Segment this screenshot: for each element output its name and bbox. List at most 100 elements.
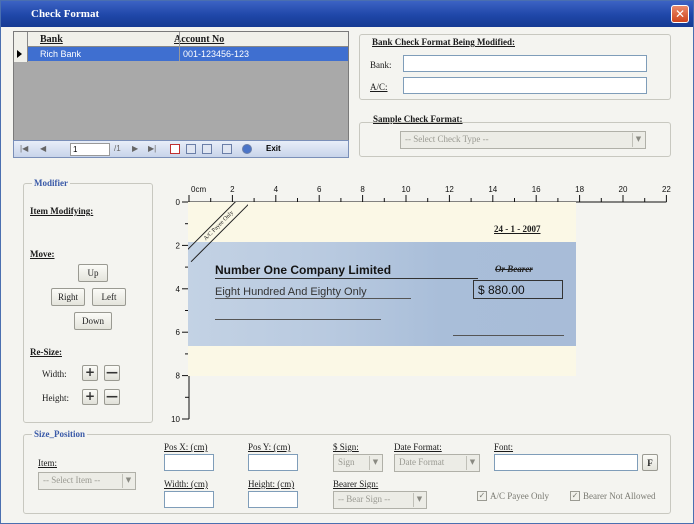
move-label: Move: bbox=[30, 249, 55, 259]
ruler-h-label: 0cm bbox=[191, 185, 206, 194]
nav-first-icon[interactable]: |◀ bbox=[20, 144, 28, 153]
column-header-account-no[interactable]: Account No bbox=[174, 34, 224, 45]
title-bar: Check Format ✕ bbox=[1, 1, 693, 27]
exit-button[interactable]: Exit bbox=[266, 144, 281, 153]
bank-account-grid[interactable]: Bank Account No Rich Bank 001-123456-123 bbox=[13, 31, 349, 157]
move-down-button[interactable]: Down bbox=[74, 312, 112, 330]
cell-bank[interactable]: Rich Bank bbox=[40, 49, 81, 59]
item-select-value: -- Select Item -- bbox=[43, 475, 101, 485]
check-type-select-value: -- Select Check Type -- bbox=[405, 134, 489, 144]
window-title: Check Format bbox=[31, 8, 100, 20]
bearer-sign-select[interactable]: -- Bear Sign -- ▼ bbox=[333, 491, 427, 509]
ruler-h-label: 18 bbox=[575, 185, 584, 194]
ruler-h-label: 12 bbox=[445, 185, 454, 194]
help-icon[interactable] bbox=[242, 144, 252, 154]
check-payee[interactable]: Number One Company Limited bbox=[215, 263, 391, 277]
height-increase-button[interactable]: + bbox=[82, 389, 98, 405]
cell-account-no[interactable]: 001-123456-123 bbox=[183, 49, 249, 59]
bank-field[interactable] bbox=[403, 55, 647, 72]
nav-next-icon[interactable]: ▶ bbox=[132, 144, 138, 153]
ac-payee-stamp[interactable]: A/C Payee Only bbox=[188, 202, 248, 262]
check-date[interactable]: 24 - 1 - 2007 bbox=[494, 224, 541, 234]
date-format-select-value: Date Format bbox=[399, 457, 445, 467]
close-button[interactable]: ✕ bbox=[671, 5, 689, 23]
posx-label: Pos X: (cm) bbox=[164, 442, 208, 452]
posy-field[interactable] bbox=[248, 454, 298, 471]
modifier-group: Modifier Item Modifying: Move: Up Right … bbox=[23, 178, 153, 423]
font-field[interactable] bbox=[494, 454, 638, 471]
print-icon[interactable] bbox=[222, 144, 232, 154]
resize-label: Re-Size: bbox=[30, 347, 62, 357]
ac-payee-only-checkbox[interactable]: ✓ bbox=[477, 491, 487, 501]
ac-label: A/C: bbox=[370, 82, 388, 92]
ruler-h-label: 4 bbox=[274, 185, 279, 194]
font-button[interactable]: F bbox=[642, 454, 658, 471]
chevron-down-icon[interactable]: ▼ bbox=[632, 133, 644, 147]
width-cm-label: Width: (cm) bbox=[164, 479, 208, 489]
move-left-button[interactable]: Left bbox=[92, 288, 126, 306]
bank-format-group: Bank Check Format Being Modified: Bank: … bbox=[359, 34, 671, 100]
current-row-arrow-icon bbox=[17, 50, 22, 58]
ac-field[interactable] bbox=[403, 77, 647, 94]
check-amount[interactable]: $ 880.00 bbox=[473, 280, 563, 299]
date-format-select[interactable]: Date Format ▼ bbox=[394, 454, 480, 472]
posy-label: Pos Y: (cm) bbox=[248, 442, 291, 452]
nav-prev-icon[interactable]: ◀ bbox=[40, 144, 46, 153]
ruler-v-label: 2 bbox=[176, 241, 181, 250]
resize-width-label: Width: bbox=[42, 369, 67, 379]
width-decrease-button[interactable]: — bbox=[104, 365, 120, 381]
height-decrease-button[interactable]: — bbox=[104, 389, 120, 405]
column-divider bbox=[179, 32, 180, 61]
ruler-h-label: 10 bbox=[402, 185, 411, 194]
width-cm-field[interactable] bbox=[164, 491, 214, 508]
sample-format-group: -- Select Check Type -- ▼ bbox=[359, 122, 671, 157]
item-modifying-label: Item Modifying: bbox=[30, 206, 94, 216]
bank-format-heading: Bank Check Format Being Modified: bbox=[372, 37, 515, 47]
ruler-h-label: 16 bbox=[532, 185, 541, 194]
item-select[interactable]: -- Select Item -- ▼ bbox=[38, 472, 136, 490]
ruler-v-label: 0 bbox=[176, 198, 181, 207]
amount-words-line bbox=[215, 298, 411, 299]
bearer-not-allowed-checkbox[interactable]: ✓ bbox=[570, 491, 580, 501]
ruler-h-label: 8 bbox=[360, 185, 365, 194]
font-label: Font: bbox=[494, 442, 514, 452]
size-position-group: Size_Position Item: -- Select Item -- ▼ … bbox=[23, 429, 671, 514]
ruler-h-label: 6 bbox=[317, 185, 322, 194]
check-amount-words[interactable]: Eight Hundred And Eighty Only bbox=[215, 286, 367, 298]
move-right-button[interactable]: Right bbox=[51, 288, 85, 306]
date-format-label: Date Format: bbox=[394, 442, 442, 452]
check-bearer[interactable]: Or Bearer bbox=[495, 264, 533, 274]
width-increase-button[interactable]: + bbox=[82, 365, 98, 381]
dollar-sign-select[interactable]: Sign ▼ bbox=[333, 454, 383, 472]
bank-label: Bank: bbox=[370, 60, 392, 70]
dollar-sign-select-value: Sign bbox=[338, 457, 355, 467]
height-cm-field[interactable] bbox=[248, 491, 298, 508]
size-position-legend: Size_Position bbox=[32, 429, 87, 439]
save-icon[interactable] bbox=[186, 144, 196, 154]
ruler-h-label: 14 bbox=[488, 185, 497, 194]
nav-position-input[interactable]: 1 bbox=[70, 143, 110, 156]
record-navigator: |◀ ◀ 1 /1 ▶ ▶| Exit bbox=[13, 140, 349, 158]
move-up-button[interactable]: Up bbox=[78, 264, 108, 282]
ruler-v-label: 4 bbox=[176, 285, 181, 294]
ruler-v-label: 8 bbox=[176, 372, 181, 381]
date-format-chevron-down-icon[interactable]: ▼ bbox=[466, 456, 478, 470]
edit-icon[interactable] bbox=[170, 144, 180, 154]
nav-count: /1 bbox=[114, 144, 121, 153]
ac-payee-stamp-text: A/C Payee Only bbox=[188, 202, 248, 262]
posx-field[interactable] bbox=[164, 454, 214, 471]
payee-line bbox=[215, 278, 478, 279]
table-row[interactable]: Rich Bank 001-123456-123 bbox=[28, 47, 348, 61]
ruler-v-label: 10 bbox=[171, 415, 180, 424]
bearer-sign-label: Bearer Sign: bbox=[333, 479, 379, 489]
ruler-h-label: 20 bbox=[619, 185, 628, 194]
sign-chevron-down-icon[interactable]: ▼ bbox=[369, 456, 381, 470]
check-type-select[interactable]: -- Select Check Type -- ▼ bbox=[400, 131, 646, 149]
check-preview[interactable]: A/C Payee Only 24 - 1 - 2007 Number One … bbox=[188, 202, 576, 376]
bearer-sign-chevron-down-icon[interactable]: ▼ bbox=[413, 493, 425, 507]
cancel-icon[interactable] bbox=[202, 144, 212, 154]
nav-last-icon[interactable]: ▶| bbox=[148, 144, 156, 153]
grid-header: Bank Account No bbox=[14, 32, 348, 47]
item-chevron-down-icon[interactable]: ▼ bbox=[122, 474, 134, 488]
column-header-bank[interactable]: Bank bbox=[40, 34, 63, 45]
